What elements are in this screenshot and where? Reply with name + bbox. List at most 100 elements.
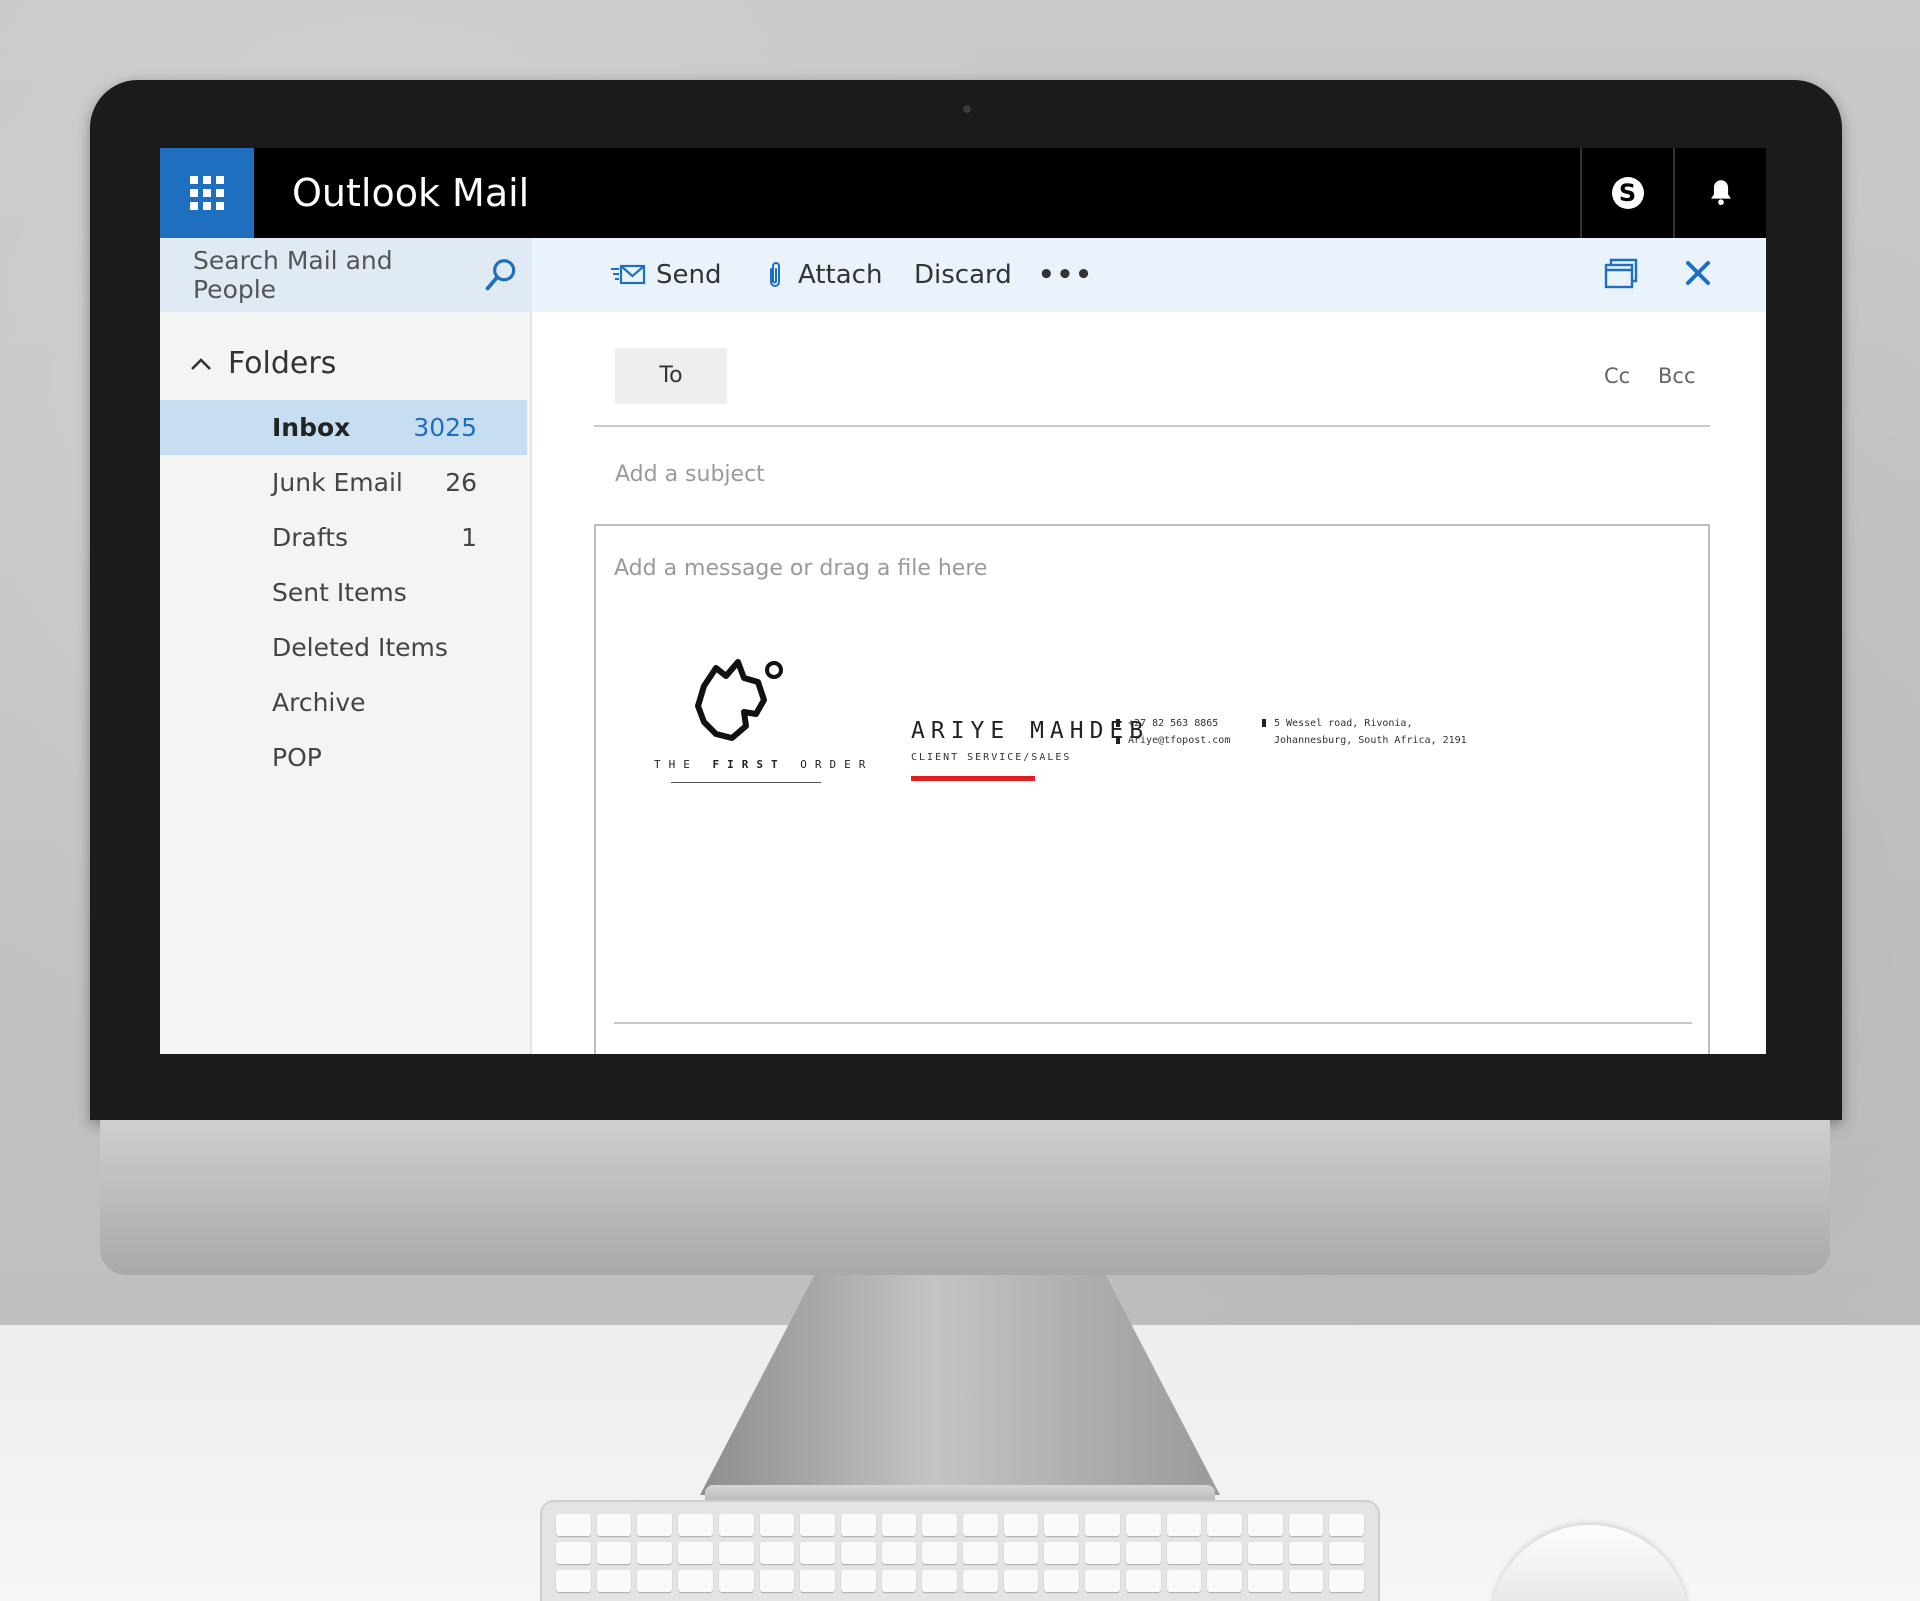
keyboard-key bbox=[637, 1570, 673, 1592]
folder-junk-email[interactable]: Junk Email 26 bbox=[160, 455, 527, 510]
keyboard-key bbox=[1207, 1570, 1242, 1592]
body-divider bbox=[614, 1022, 1692, 1024]
keyboard-key bbox=[678, 1542, 713, 1564]
folder-pane: Folders Inbox 3025 Junk Email 26 Drafts … bbox=[160, 312, 532, 1054]
keyboard-key bbox=[718, 1570, 754, 1592]
close-icon[interactable] bbox=[1683, 258, 1713, 288]
subject-field[interactable]: Add a subject bbox=[615, 462, 765, 487]
app-title: Outlook Mail bbox=[292, 171, 530, 215]
folder-name: Inbox bbox=[272, 413, 351, 442]
discard-button[interactable]: Discard bbox=[914, 238, 1012, 312]
folder-count: 1 bbox=[461, 523, 477, 552]
email-icon bbox=[1116, 736, 1120, 744]
app-launcher-button[interactable] bbox=[160, 148, 254, 238]
bcc-link[interactable]: Bcc bbox=[1658, 364, 1696, 388]
keyboard-key bbox=[1166, 1570, 1202, 1592]
search-icon[interactable] bbox=[482, 256, 520, 294]
send-mail-icon bbox=[611, 264, 646, 285]
keyboard-key bbox=[881, 1514, 917, 1536]
keyboard-key bbox=[1166, 1542, 1202, 1564]
keyboard-key bbox=[1003, 1570, 1039, 1592]
location-icon bbox=[1262, 719, 1266, 727]
keyboard-key bbox=[840, 1570, 876, 1592]
folder-deleted-items[interactable]: Deleted Items bbox=[160, 620, 527, 675]
keyboard-key bbox=[963, 1570, 998, 1592]
more-icon: ••• bbox=[1038, 260, 1094, 290]
email-text: Ariye@tfopost.com bbox=[1128, 735, 1231, 746]
company-last: ORDER bbox=[785, 758, 874, 771]
phone-icon bbox=[1116, 719, 1120, 727]
keyboard-key bbox=[556, 1514, 591, 1536]
folders-toggle[interactable]: Folders bbox=[190, 346, 336, 381]
keyboard-key bbox=[840, 1542, 876, 1564]
signature-accent-bar bbox=[911, 776, 1035, 781]
popout-icon[interactable] bbox=[1603, 256, 1639, 292]
keyboard-key bbox=[1329, 1570, 1364, 1592]
keyboard-key bbox=[1247, 1570, 1283, 1592]
keyboard-key bbox=[1085, 1514, 1120, 1536]
skype-button[interactable]: S bbox=[1580, 148, 1673, 238]
discard-label: Discard bbox=[914, 260, 1012, 290]
keyboard-key bbox=[1044, 1542, 1080, 1564]
monitor-chin bbox=[100, 1120, 1830, 1275]
folder-inbox[interactable]: Inbox 3025 bbox=[160, 400, 527, 455]
top-bar: Outlook Mail S bbox=[160, 148, 1766, 238]
folder-name: POP bbox=[272, 743, 322, 772]
search-box[interactable]: Search Mail and People bbox=[160, 238, 532, 312]
signature-name: ARIYE MAHDEB bbox=[911, 718, 1150, 744]
folder-pop[interactable]: POP bbox=[160, 730, 527, 785]
phone-text: +27 82 563 8865 bbox=[1128, 718, 1219, 729]
keyboard-key bbox=[556, 1570, 591, 1592]
keyboard-key bbox=[922, 1542, 957, 1564]
folder-name: Archive bbox=[272, 688, 366, 717]
wolf-logo-icon bbox=[695, 659, 783, 741]
attach-button[interactable]: Attach bbox=[762, 238, 882, 312]
keyboard-key bbox=[1003, 1514, 1039, 1536]
address-line-1: 5 Wessel road, Rivonia, bbox=[1274, 718, 1413, 729]
keyboard-key bbox=[678, 1514, 713, 1536]
keyboard-key bbox=[1125, 1514, 1161, 1536]
paperclip-icon bbox=[770, 262, 780, 287]
keyboard-key bbox=[637, 1514, 673, 1536]
keyboard-key bbox=[1329, 1514, 1364, 1536]
keyboard-key bbox=[718, 1542, 754, 1564]
skype-icon: S bbox=[1611, 177, 1644, 209]
keyboard-key bbox=[1207, 1514, 1242, 1536]
folder-archive[interactable]: Archive bbox=[160, 675, 527, 730]
cc-link[interactable]: Cc bbox=[1604, 364, 1630, 388]
signature-email: Ariye@tfopost.com bbox=[1116, 735, 1230, 746]
keyboard-key bbox=[1288, 1542, 1324, 1564]
attach-label: Attach bbox=[798, 260, 883, 290]
keyboard-key bbox=[1247, 1542, 1283, 1564]
keyboard-key bbox=[1044, 1570, 1080, 1592]
keyboard-key bbox=[881, 1542, 917, 1564]
to-button[interactable]: To bbox=[615, 348, 727, 404]
to-field[interactable] bbox=[742, 348, 1512, 404]
keyboard-key bbox=[881, 1570, 917, 1592]
keyboard-key bbox=[1085, 1542, 1120, 1564]
search-input[interactable]: Search Mail and People bbox=[193, 246, 482, 304]
keyboard-key bbox=[922, 1514, 957, 1536]
keyboard-key bbox=[596, 1542, 632, 1564]
notifications-button[interactable] bbox=[1673, 148, 1766, 238]
send-button[interactable]: Send bbox=[610, 238, 721, 312]
more-actions-button[interactable]: ••• bbox=[1038, 238, 1094, 312]
keyboard-key bbox=[1125, 1542, 1161, 1564]
message-body[interactable]: Add a message or drag a file here THE FI… bbox=[594, 524, 1710, 1054]
body-placeholder: Add a message or drag a file here bbox=[614, 556, 988, 581]
keyboard-key bbox=[1085, 1570, 1120, 1592]
keyboard-key bbox=[718, 1514, 754, 1536]
folders-label: Folders bbox=[228, 346, 337, 381]
keyboard-key bbox=[1125, 1570, 1161, 1592]
folder-count: 26 bbox=[445, 468, 477, 497]
keyboard-key bbox=[759, 1514, 795, 1536]
folder-sent-items[interactable]: Sent Items bbox=[160, 565, 527, 620]
keyboard-key bbox=[1247, 1514, 1283, 1536]
signature-address-1: 5 Wessel road, Rivonia, bbox=[1262, 718, 1412, 729]
divider bbox=[594, 425, 1710, 427]
keyboard-key bbox=[1329, 1542, 1364, 1564]
folder-drafts[interactable]: Drafts 1 bbox=[160, 510, 527, 565]
signature-address-2: Johannesburg, South Africa, 2191 bbox=[1274, 735, 1467, 746]
keyboard-key bbox=[840, 1514, 876, 1536]
app-launcher-icon bbox=[190, 176, 224, 210]
